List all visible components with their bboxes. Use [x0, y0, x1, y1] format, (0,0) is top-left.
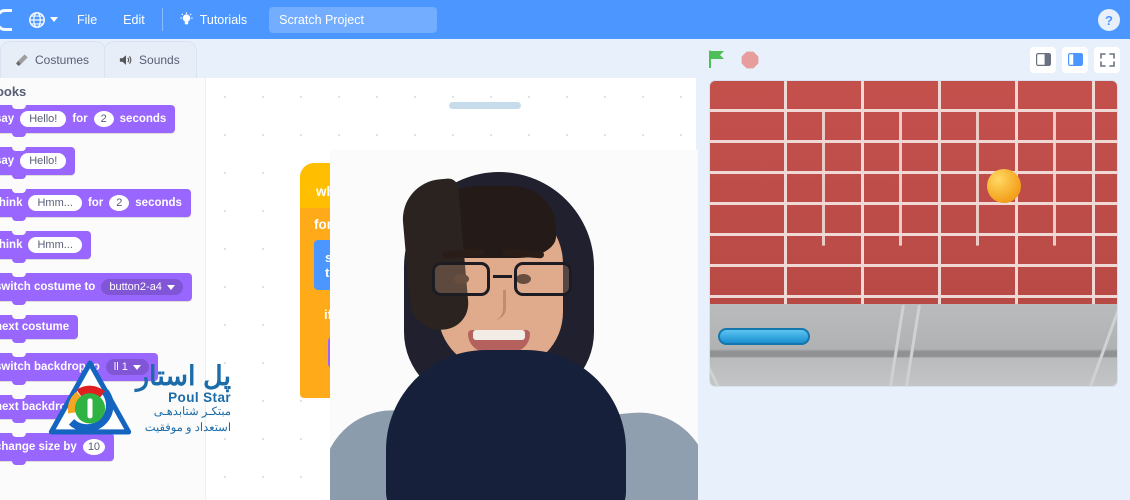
- palette-category-looks: Looks: [0, 84, 27, 99]
- scratch-logo: [0, 0, 12, 39]
- tab-sounds[interactable]: Sounds: [104, 41, 197, 78]
- fullscreen-button[interactable]: [1094, 46, 1120, 73]
- fullscreen-icon: [1099, 52, 1115, 67]
- webcam-presenter-overlay: [330, 150, 698, 500]
- block-input-seconds[interactable]: 2: [93, 111, 114, 127]
- large-stage-layout-icon: [1067, 53, 1083, 66]
- menu-bar: File Edit Tutorials Scratch Project ?: [0, 0, 1130, 39]
- block-dropdown-costume[interactable]: button2-a4: [101, 279, 183, 295]
- small-stage-layout-icon: [1035, 53, 1051, 66]
- palette-block-say[interactable]: say Hello!: [0, 147, 76, 179]
- block-text: for: [72, 113, 88, 125]
- tutorials-button[interactable]: Tutorials: [167, 4, 259, 35]
- menu-divider: [161, 8, 163, 31]
- block-text: next costume: [0, 321, 70, 333]
- small-stage-layout-button[interactable]: [1030, 46, 1056, 73]
- block-text: seconds: [135, 197, 182, 209]
- green-flag-button[interactable]: [707, 50, 727, 69]
- block-input-message[interactable]: Hmm...: [28, 195, 82, 211]
- project-name-input[interactable]: Scratch Project: [269, 6, 438, 33]
- tab-costumes-label: Costumes: [35, 53, 90, 67]
- watermark: پل استار Poul Star مبتکـر شتابدهـی استعد…: [48, 358, 231, 442]
- chevron-down-icon: [166, 284, 175, 290]
- block-text: for: [87, 197, 104, 209]
- block-text: think: [0, 197, 23, 209]
- lightbulb-icon: [180, 12, 193, 25]
- block-input-message[interactable]: Hello!: [20, 153, 67, 169]
- stage-control-bar: [697, 39, 1130, 80]
- block-input-message[interactable]: Hmm...: [28, 237, 82, 253]
- scratch-editor-window: File Edit Tutorials Scratch Project ? Co…: [0, 0, 1130, 500]
- stage-display[interactable]: [709, 80, 1118, 387]
- block-input-seconds[interactable]: 2: [109, 195, 130, 211]
- watermark-brand-en: Poul Star: [168, 390, 232, 406]
- menu-item-edit[interactable]: Edit: [110, 3, 158, 37]
- poul-star-logo-icon: [48, 360, 132, 435]
- watermark-tagline-1: مبتکـر شتابدهـی: [153, 406, 232, 419]
- palette-block-think-for-seconds[interactable]: think Hmm... for 2 seconds: [0, 189, 191, 221]
- help-button[interactable]: ?: [1098, 9, 1120, 31]
- palette-block-say-for-seconds[interactable]: say Hello! for 2 seconds: [0, 105, 176, 137]
- block-text: say: [0, 113, 15, 125]
- language-selector[interactable]: [22, 7, 64, 33]
- watermark-brand-fa: پل استار: [136, 361, 232, 392]
- tutorials-label: Tutorials: [199, 12, 248, 27]
- menu-item-file[interactable]: File: [64, 3, 110, 37]
- tab-sounds-label: Sounds: [139, 53, 180, 67]
- dropdown-value: button2-a4: [109, 281, 162, 293]
- speaker-icon: [119, 55, 132, 65]
- block-text: switch costume to: [0, 281, 96, 293]
- editor-tabs: Costumes Sounds: [0, 41, 197, 78]
- tab-costumes[interactable]: Costumes: [0, 41, 107, 78]
- block-text: change size by: [0, 441, 77, 453]
- large-stage-layout-button[interactable]: [1062, 46, 1088, 73]
- stop-button[interactable]: [741, 51, 759, 69]
- palette-block-switch-costume[interactable]: switch costume to button2-a4: [0, 273, 192, 305]
- canvas-horizontal-scrollbar[interactable]: [449, 102, 521, 109]
- block-input-message[interactable]: Hello!: [20, 111, 67, 127]
- block-text: seconds: [119, 113, 167, 125]
- sprite-paddle-button2[interactable]: [718, 328, 811, 346]
- block-text: think: [0, 239, 23, 251]
- paintbrush-icon: [16, 54, 28, 66]
- chevron-down-icon: [50, 17, 58, 22]
- watermark-tagline-2: استعداد و موفقیت: [144, 422, 232, 434]
- stage-column: [697, 39, 1130, 500]
- palette-block-next-costume[interactable]: next costume: [0, 315, 79, 343]
- globe-icon: [29, 11, 45, 28]
- block-text: say: [0, 155, 15, 167]
- sprite-ball[interactable]: [986, 169, 1021, 204]
- palette-block-think[interactable]: think Hmm...: [0, 231, 91, 263]
